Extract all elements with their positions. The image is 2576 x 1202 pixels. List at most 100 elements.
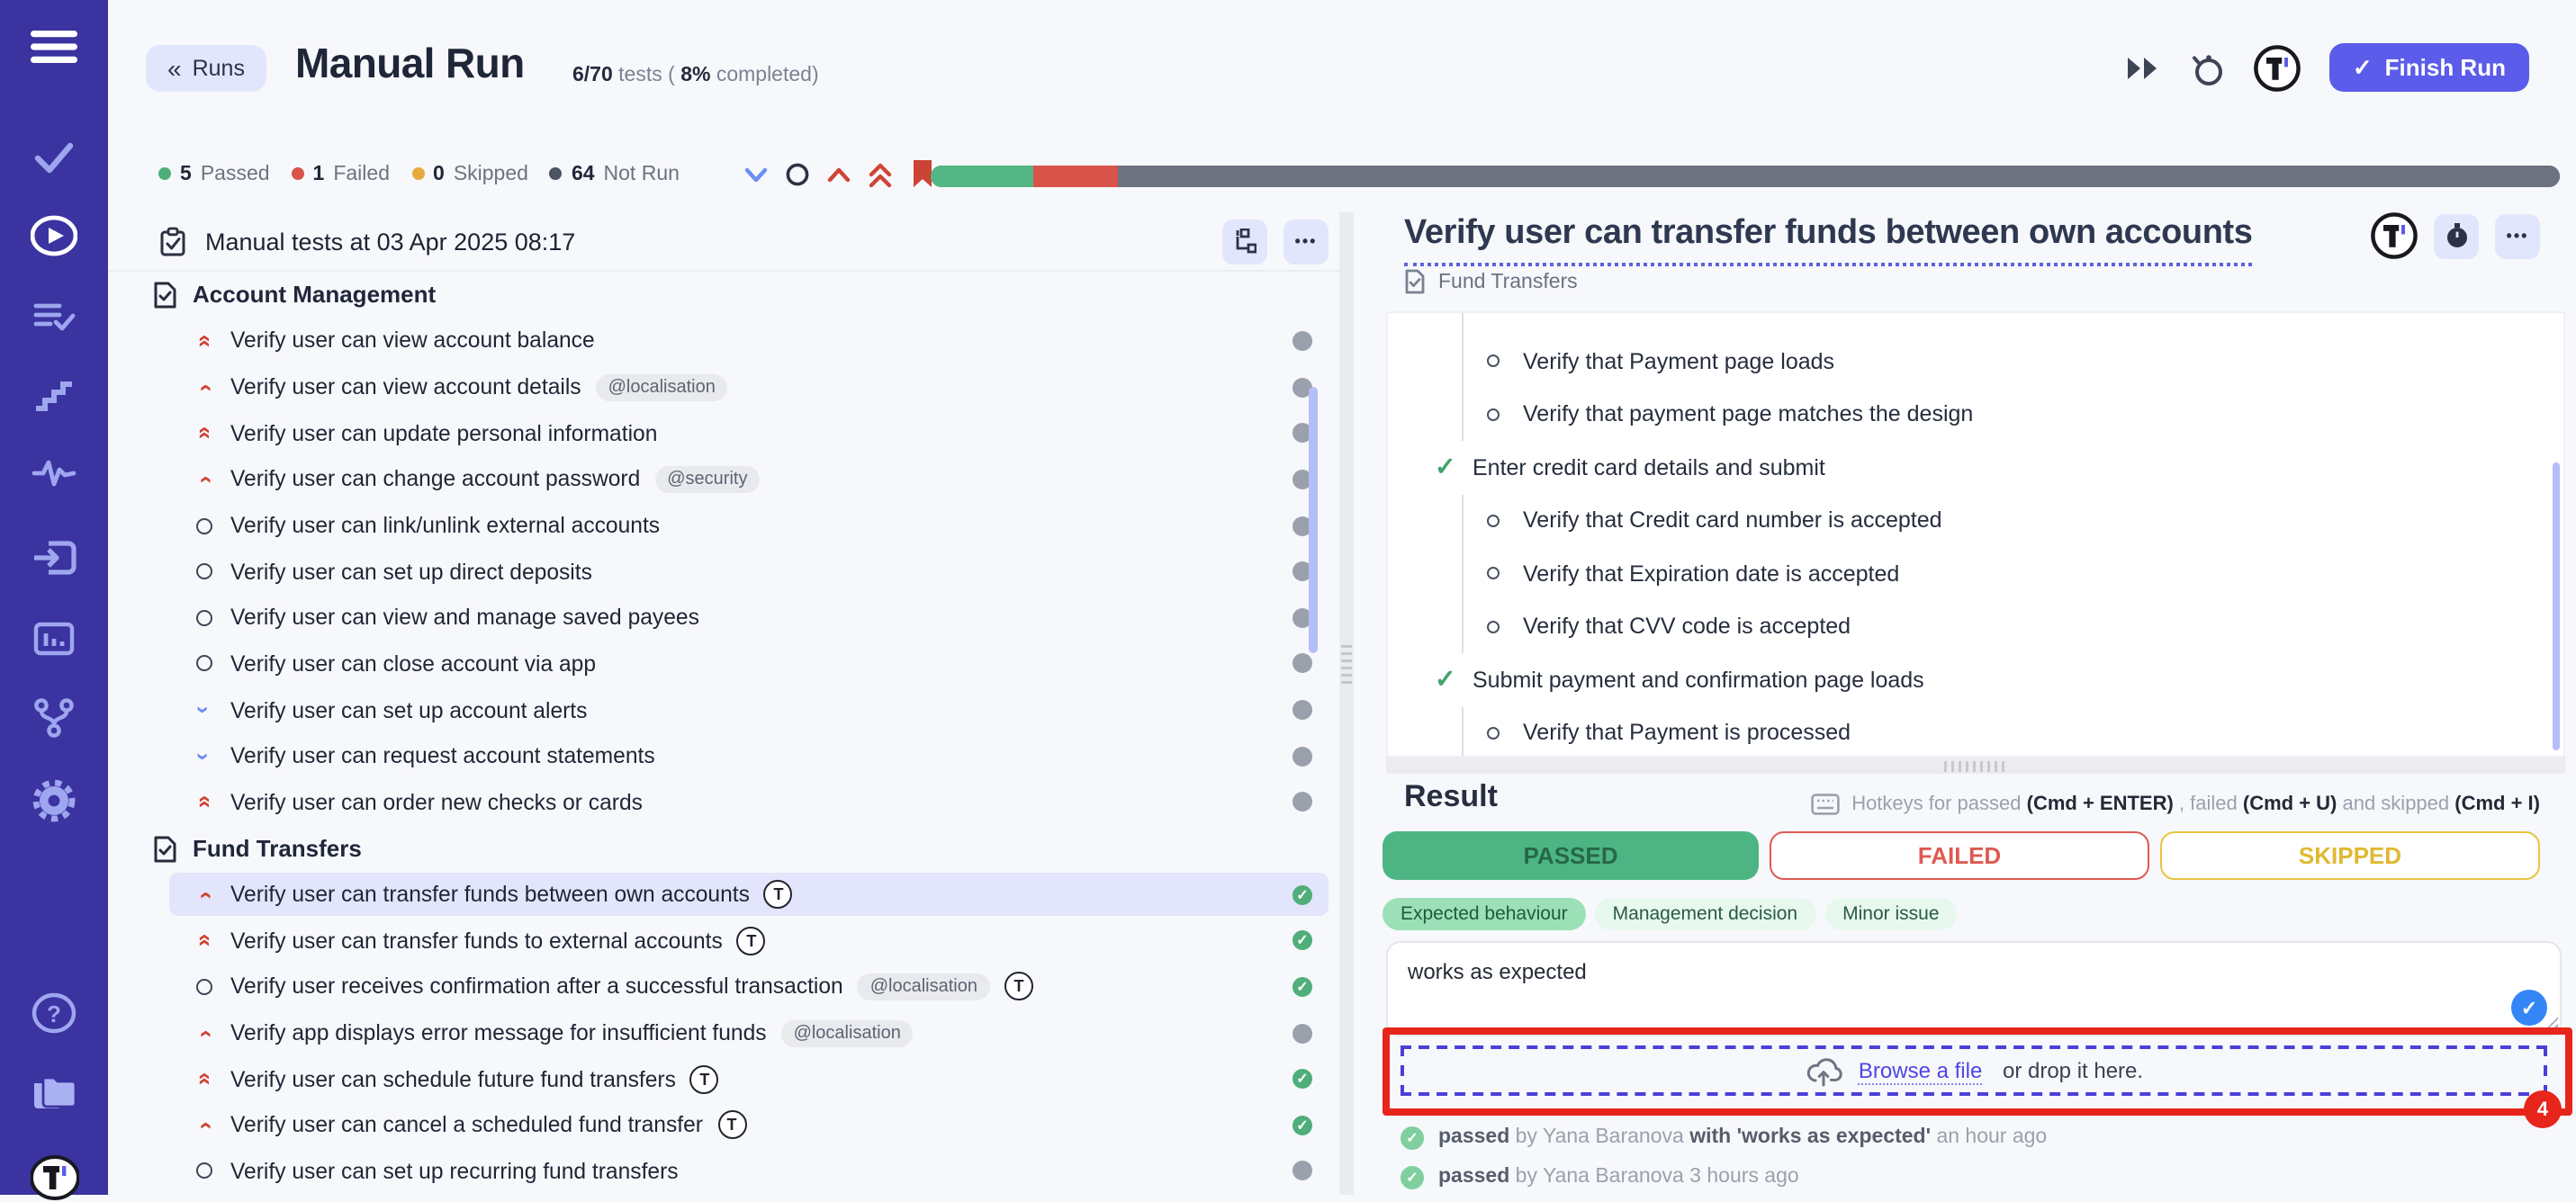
automated-t-icon: T: [690, 1064, 719, 1093]
double-chevron-up-filter-icon[interactable]: [869, 159, 894, 188]
result-button[interactable]: FAILED: [1770, 831, 2149, 880]
test-step[interactable]: Verify that payment page matches the des…: [1462, 388, 2563, 441]
test-list-row[interactable]: Verify user can set up direct deposits: [108, 549, 1354, 595]
test-title: Verify user can update personal informat…: [230, 420, 657, 445]
checks-icon[interactable]: [0, 135, 108, 178]
test-step[interactable]: Verify that Expiration date is accepted: [1462, 547, 2563, 600]
test-plans-icon[interactable]: [0, 295, 108, 338]
priority-icon: [191, 610, 216, 626]
test-list-row[interactable]: Verify user can link/unlink external acc…: [108, 502, 1354, 548]
branch-icon[interactable]: [0, 695, 108, 741]
tests-progress-summary: 6/70 tests ( 8% completed): [572, 65, 819, 86]
test-step[interactable]: Verify that CVV code is accepted: [1462, 600, 2563, 653]
test-list-row[interactable]: Fund Transfers: [108, 825, 1354, 871]
test-list-row[interactable]: Verify user can schedule future fund tra…: [108, 1056, 1354, 1102]
test-step[interactable]: Submit payment and confirmation page loa…: [1388, 653, 2563, 706]
test-title: Verify user can view account balance: [230, 328, 595, 354]
timer-icon[interactable]: [2189, 49, 2225, 85]
file-drop-zone[interactable]: Browse a file or drop it here.: [1401, 1045, 2547, 1096]
test-list-row[interactable]: Verify user receives confirmation after …: [108, 964, 1354, 1009]
hotkey-segment: Hotkeys for passed: [1851, 794, 2026, 815]
result-tags: Expected behaviour Management decision Min…: [1383, 898, 1958, 930]
back-to-runs-button[interactable]: « Runs: [146, 45, 266, 92]
test-list-row[interactable]: Verify user can view account details @lo…: [108, 364, 1354, 410]
testomat-badge-icon[interactable]: [2254, 44, 2301, 91]
test-list-row[interactable]: Account Management: [108, 272, 1354, 318]
finish-run-button[interactable]: ✓ Finish Run: [2329, 43, 2529, 92]
test-list-row[interactable]: Verify user can close account via app: [108, 641, 1354, 686]
test-list-row[interactable]: Verify user can set up account alerts: [108, 687, 1354, 733]
step-text: Verify that Expiration date is accepted: [1523, 561, 1899, 587]
tree-view-button[interactable]: [1222, 219, 1267, 264]
test-list-row[interactable]: Verify user can view account balance: [108, 318, 1354, 363]
summary-label: Failed: [333, 163, 390, 184]
activity-pulse-icon[interactable]: [0, 455, 108, 491]
analytics-icon[interactable]: [0, 617, 108, 660]
test-title: Verify user can close account via app: [230, 651, 596, 677]
summary-item: 1 Failed: [292, 163, 390, 184]
chevron-up-filter-icon[interactable]: [827, 161, 852, 186]
runs-play-icon[interactable]: [0, 212, 108, 259]
left-panel-scrollbar[interactable]: [1309, 387, 1317, 653]
result-button[interactable]: SKIPPED: [2160, 831, 2540, 880]
test-list-row[interactable]: Verify user can request account statemen…: [108, 733, 1354, 779]
summary-item: 64 Not Run: [550, 163, 680, 184]
testomat-t-icon[interactable]: [2371, 212, 2418, 259]
steps-scrollbar[interactable]: [2553, 462, 2560, 750]
hotkey-segment: (Cmd + ENTER): [2027, 794, 2174, 815]
priority-icon: [191, 517, 216, 534]
result-button[interactable]: PASSED: [1383, 831, 1759, 880]
result-tag[interactable]: Minor issue: [1824, 898, 1957, 930]
help-icon[interactable]: ?: [0, 990, 108, 1036]
test-list-row[interactable]: Verify user can cancel a scheduled fund …: [108, 1102, 1354, 1148]
result-tag[interactable]: Expected behaviour: [1383, 898, 1586, 930]
test-list-row[interactable]: Verify app displays error message for in…: [108, 1010, 1354, 1056]
fast-forward-icon[interactable]: [2126, 55, 2160, 80]
automated-t-icon: T: [717, 1111, 746, 1140]
panel-resize-handle[interactable]: [1341, 642, 1352, 684]
result-tag[interactable]: Management decision: [1595, 898, 1815, 930]
test-steps-panel: Verify that Payment page loads Verify th…: [1386, 311, 2565, 758]
comment-input[interactable]: works as expected ✓: [1386, 941, 2562, 1036]
chevron-down-filter-icon[interactable]: [744, 161, 770, 186]
test-step[interactable]: Enter credit card details and submit: [1388, 441, 2563, 494]
detail-more-options-button[interactable]: •••: [2495, 213, 2540, 258]
result-heading: Result: [1404, 779, 1498, 815]
summary-count: 64: [572, 163, 595, 184]
test-list-row[interactable]: Verify user can transfer funds between o…: [108, 872, 1354, 918]
file-check-icon: [153, 281, 176, 309]
test-title: Verify user can order new checks or card…: [230, 790, 643, 815]
test-list-row[interactable]: Verify user can update personal informat…: [108, 410, 1354, 456]
test-step[interactable]: Verify that Payment is processed: [1462, 706, 2563, 758]
horizontal-splitter[interactable]: [1386, 758, 2565, 774]
hotkey-segment: (Cmd + I): [2454, 794, 2540, 815]
test-list-row[interactable]: Verify user can set up recurring fund tr…: [108, 1148, 1354, 1194]
more-options-button[interactable]: •••: [1283, 219, 1329, 264]
projects-folders-icon[interactable]: [0, 1071, 108, 1117]
test-row-content: Verify user can view and manage saved pa…: [108, 605, 1354, 631]
status-dot-icon: [411, 167, 424, 180]
import-icon[interactable]: [0, 536, 108, 579]
test-status-dot: [1293, 1116, 1312, 1135]
test-list-row[interactable]: Verify user can order new checks or card…: [108, 779, 1354, 825]
panel-divider: [1339, 212, 1354, 1195]
test-step[interactable]: Verify that Credit card number is accept…: [1462, 494, 2563, 547]
test-row-content: Verify user can link/unlink external acc…: [108, 513, 1354, 538]
test-tag: @localisation: [596, 373, 728, 400]
hotkey-segment: (Cmd + U): [2243, 794, 2337, 815]
steps-icon[interactable]: [0, 374, 108, 417]
test-step[interactable]: Verify that Payment page loads: [1462, 335, 2563, 388]
test-tag: @localisation: [781, 1019, 914, 1046]
test-list-row[interactable]: Verify user can view and manage saved pa…: [108, 595, 1354, 641]
test-list-row[interactable]: Verify user can change account password …: [108, 456, 1354, 502]
breadcrumb[interactable]: Fund Transfers: [1404, 268, 1578, 295]
browse-file-link[interactable]: Browse a file: [1859, 1057, 1982, 1084]
stopwatch-button[interactable]: [2434, 213, 2479, 258]
circle-filter-icon[interactable]: [786, 161, 811, 186]
priority-icon: [191, 563, 216, 579]
test-list-row[interactable]: Verify user can transfer funds to extern…: [108, 918, 1354, 964]
settings-gear-icon[interactable]: [0, 777, 108, 824]
sidebar: ?: [0, 0, 108, 1195]
passed-check-icon: ✓: [1401, 1165, 1424, 1189]
menu-icon[interactable]: [0, 29, 108, 65]
